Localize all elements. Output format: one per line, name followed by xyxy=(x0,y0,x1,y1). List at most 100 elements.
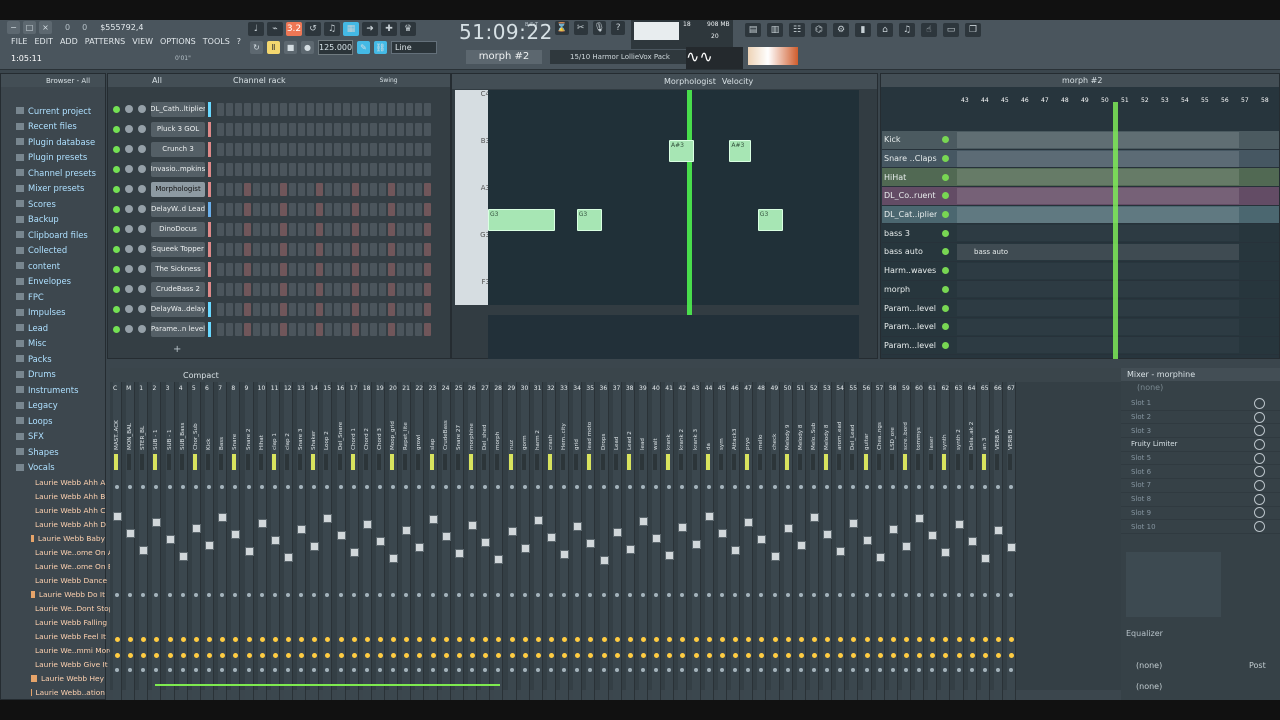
menu-view[interactable]: VIEW xyxy=(132,37,153,46)
mixer-arm-dot[interactable] xyxy=(443,668,448,672)
step-button[interactable] xyxy=(316,302,323,316)
mixer-channel-strip[interactable]: 12 clap 2 xyxy=(283,382,293,700)
step-button[interactable] xyxy=(424,162,431,176)
mixer-channel-strip[interactable]: 2 SUB - 1 xyxy=(152,382,162,700)
mixer-send-led[interactable] xyxy=(693,485,698,489)
step-button[interactable] xyxy=(244,202,251,216)
step-button[interactable] xyxy=(307,222,314,236)
step-button[interactable] xyxy=(370,262,377,276)
mixer-volume-fader[interactable] xyxy=(415,543,425,552)
mixer-volume-fader[interactable] xyxy=(639,517,648,526)
step-button[interactable] xyxy=(217,282,224,296)
mixer-channel-strip[interactable]: 55 Del_Lead xyxy=(849,382,859,700)
mixer-volume-fader[interactable] xyxy=(731,546,741,555)
step-button[interactable] xyxy=(334,142,341,156)
channel-volume-knob[interactable] xyxy=(138,125,146,133)
mixer-send-led[interactable] xyxy=(338,485,343,489)
mixer-pan-knob[interactable] xyxy=(667,593,672,597)
mixer-volume-fader[interactable] xyxy=(599,556,609,565)
step-button[interactable] xyxy=(352,222,359,236)
step-button[interactable] xyxy=(379,102,386,116)
mixer-send-led[interactable] xyxy=(391,485,396,489)
mixer-fx-dot[interactable] xyxy=(693,653,699,658)
mixer-arm-dot[interactable] xyxy=(811,668,816,672)
step-button[interactable] xyxy=(397,182,404,196)
step-button[interactable] xyxy=(235,142,242,156)
channel-pan-knob[interactable] xyxy=(125,265,133,273)
mixer-volume-fader[interactable] xyxy=(389,554,399,563)
loop-record-icon[interactable]: ↺ xyxy=(305,22,321,36)
mixer-arm-dot[interactable] xyxy=(115,668,119,672)
step-button[interactable] xyxy=(307,102,314,116)
mixer-channel-strip[interactable]: 9 Snare 2 xyxy=(244,382,254,700)
step-button[interactable] xyxy=(334,122,341,136)
mixer-volume-fader[interactable] xyxy=(915,514,925,523)
browser-item[interactable]: Backup xyxy=(1,212,105,228)
mixer-pan-knob[interactable] xyxy=(509,593,514,597)
step-button[interactable] xyxy=(289,102,296,116)
mixer-pan-knob[interactable] xyxy=(851,593,856,597)
track-lane[interactable] xyxy=(957,318,1239,335)
channel-mute-led[interactable] xyxy=(113,245,120,253)
playlist-track[interactable]: morph xyxy=(882,280,1279,300)
mixer-arm-dot[interactable] xyxy=(798,668,803,672)
browser-item[interactable]: Legacy xyxy=(1,398,105,414)
mixer-fx-dot[interactable] xyxy=(509,653,515,658)
mixer-route-dot[interactable] xyxy=(588,637,594,642)
channel-name-button[interactable]: The Sickness xyxy=(151,261,205,277)
channel-volume-knob[interactable] xyxy=(138,305,146,313)
step-button[interactable] xyxy=(253,182,260,196)
step-button[interactable] xyxy=(316,102,323,116)
step-button[interactable] xyxy=(334,182,341,196)
mixer-fx-dot[interactable] xyxy=(351,653,357,658)
mixer-fx-dot[interactable] xyxy=(667,653,673,658)
step-button[interactable] xyxy=(289,282,296,296)
stop-icon[interactable]: ■ xyxy=(284,41,297,54)
step-button[interactable] xyxy=(406,242,413,256)
mixer-route-dot[interactable] xyxy=(890,637,896,642)
mixer-route-dot[interactable] xyxy=(667,637,673,642)
mixer-fx-dot[interactable] xyxy=(404,653,410,658)
step-button[interactable] xyxy=(361,142,368,156)
mixer-send-led[interactable] xyxy=(193,485,198,489)
mixer-fx-dot[interactable] xyxy=(982,653,988,658)
step-button[interactable] xyxy=(388,142,395,156)
mixer-arm-dot[interactable] xyxy=(930,668,935,672)
playlist-track[interactable]: HiHat xyxy=(882,168,1279,188)
mixer-route-dot[interactable] xyxy=(378,637,383,642)
step-button[interactable] xyxy=(352,162,359,176)
mixer-fx-dot[interactable] xyxy=(706,653,712,658)
step-button[interactable] xyxy=(298,182,305,196)
mixer-channel-strip[interactable]: 34 grid xyxy=(573,382,583,700)
step-button[interactable] xyxy=(280,242,287,256)
mixer-channel-strip[interactable]: 8 Snare xyxy=(231,382,241,700)
track-enabled-led[interactable] xyxy=(942,304,949,312)
mixer-route-dot[interactable] xyxy=(180,637,186,642)
step-button[interactable] xyxy=(316,202,323,216)
mixer-arm-dot[interactable] xyxy=(641,668,645,672)
mixer-channel-strip[interactable]: 41 krank xyxy=(665,382,675,700)
step-button[interactable] xyxy=(262,122,269,136)
step-button[interactable] xyxy=(361,122,368,136)
mixer-send-led[interactable] xyxy=(798,485,803,489)
step-button[interactable] xyxy=(343,262,350,276)
mixer-channel-strip[interactable]: 22 growl xyxy=(415,382,425,700)
mixer-arm-dot[interactable] xyxy=(982,668,987,672)
channel-row[interactable]: Crunch 3 xyxy=(108,139,450,159)
step-button[interactable] xyxy=(253,242,260,256)
mixer-volume-fader[interactable] xyxy=(178,552,188,561)
mixer-route-dot[interactable] xyxy=(220,637,226,642)
mixer-pan-knob[interactable] xyxy=(496,593,501,597)
mixer-pan-knob[interactable] xyxy=(548,593,553,597)
channel-row[interactable]: DL_Cath..ltiplier xyxy=(108,99,450,119)
browser-file[interactable]: Laurie Webb Ahh C xyxy=(1,503,105,517)
mixer-send-led[interactable] xyxy=(496,485,501,489)
step-button[interactable] xyxy=(370,122,377,136)
mixer-volume-fader[interactable] xyxy=(625,545,635,554)
step-button[interactable] xyxy=(352,302,359,316)
mixer-send-led[interactable] xyxy=(167,485,172,489)
mixer-view-mode[interactable]: Compact xyxy=(183,371,219,380)
step-button[interactable] xyxy=(361,182,368,196)
mixer-route-dot[interactable] xyxy=(614,637,620,642)
mixer-send-led[interactable] xyxy=(785,485,790,489)
